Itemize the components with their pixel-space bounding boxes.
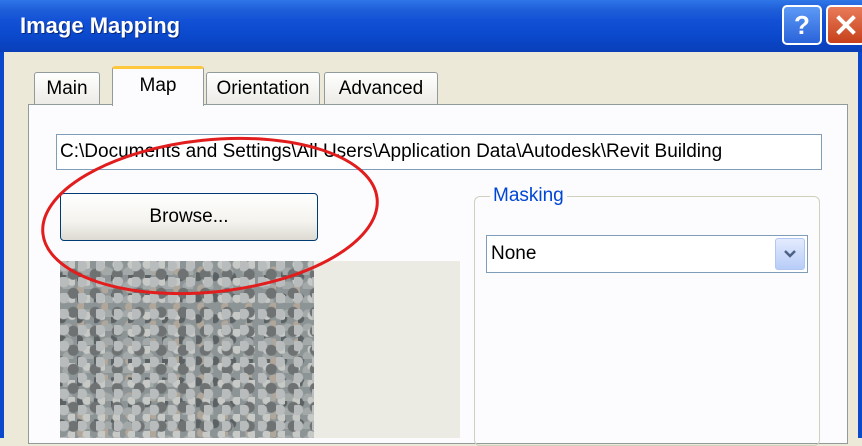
tab-orientation[interactable]: Orientation [206, 72, 320, 104]
window-frame-left [0, 52, 4, 438]
masking-selected-value: None [491, 243, 537, 264]
browse-button-label: Browse... [149, 206, 229, 227]
tab-label: Map [139, 75, 177, 96]
image-preview-gravel [60, 261, 314, 438]
close-icon [836, 15, 856, 35]
close-button[interactable] [826, 5, 862, 45]
help-icon: ? [794, 9, 810, 40]
tab-map[interactable]: Map [112, 66, 204, 106]
help-button[interactable]: ? [782, 5, 822, 45]
tab-main[interactable]: Main [34, 72, 100, 104]
tab-advanced[interactable]: Advanced [324, 72, 438, 104]
image-path-field[interactable]: C:\Documents and Settings\All Users\Appl… [56, 134, 822, 170]
browse-button[interactable]: Browse... [60, 193, 318, 241]
tab-label: Orientation [216, 77, 310, 99]
masking-label: Masking [490, 184, 567, 208]
title-bar[interactable]: Image Mapping ? [0, 0, 862, 52]
tab-label: Advanced [338, 77, 424, 99]
masking-group [474, 196, 820, 446]
chevron-down-icon [784, 250, 796, 258]
window-frame-right [858, 52, 862, 438]
image-path-value: C:\Documents and Settings\All Users\Appl… [60, 141, 723, 162]
tab-label: Main [46, 77, 88, 99]
masking-dropdown-button[interactable] [775, 238, 805, 270]
window-title: Image Mapping [20, 13, 181, 38]
masking-select[interactable]: None [486, 235, 808, 273]
